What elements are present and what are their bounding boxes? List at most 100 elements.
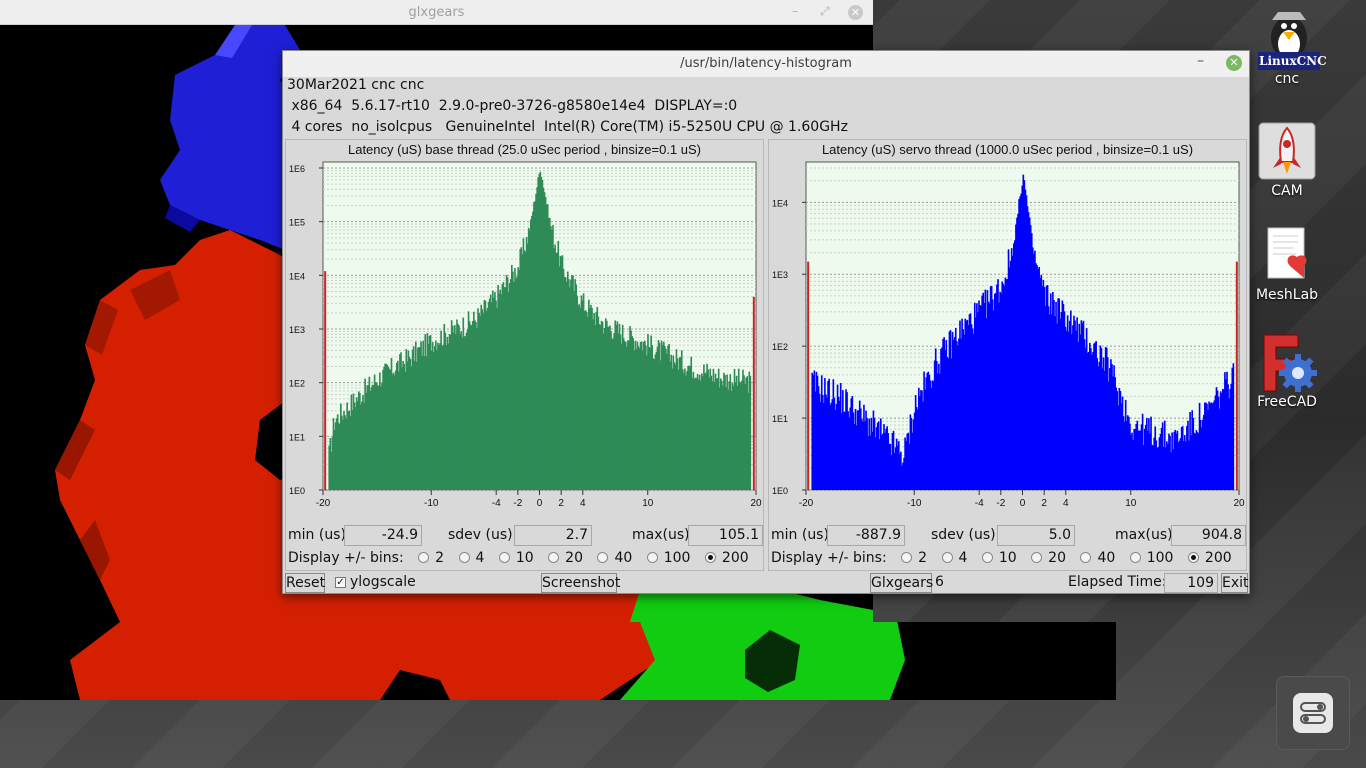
ylogscale-checkbox[interactable]: ✓ [335, 577, 346, 588]
glxgears-title: glxgears [408, 5, 465, 20]
bin-option-4[interactable]: 4 [449, 550, 485, 566]
glxgears-titlebar[interactable]: glxgears – ⤢ ✕ [0, 0, 873, 25]
chart-title: Latency (uS) base thread (25.0 uSec peri… [348, 142, 701, 157]
meshlab-document-heart-icon [1258, 226, 1316, 284]
x-tick-label: -10 [424, 498, 439, 509]
rocket-icon [1258, 122, 1316, 180]
x-tick-label: -4 [975, 498, 984, 509]
x-tick-label: -2 [996, 498, 1005, 509]
panel-toggle-button[interactable] [1276, 676, 1350, 750]
glxgears-button[interactable]: Glxgears [870, 573, 933, 593]
x-tick-label: 2 [1041, 498, 1047, 509]
ylogscale-label[interactable]: ylogscale [350, 574, 416, 590]
bin-label: 20 [1048, 550, 1066, 566]
radio-200-selected[interactable] [704, 552, 716, 563]
info-kernel-line: x86_64 5.6.17-rt10 2.9.0-pre0-3726-g8580… [287, 98, 738, 114]
bin-label: 200 [721, 550, 749, 566]
bin-label: 200 [1204, 550, 1232, 566]
min-value: -887.9 [827, 525, 905, 546]
bin-label: 4 [475, 550, 485, 566]
reset-button[interactable]: Reset [285, 573, 325, 593]
screenshot-button[interactable]: Screenshot [541, 573, 620, 593]
radio-4[interactable] [458, 552, 470, 563]
bin-option-2[interactable]: 2 [408, 550, 444, 566]
bin-option-100[interactable]: 100 [1120, 550, 1173, 566]
histogram-bar [1232, 363, 1235, 490]
y-tick-label: 1E3 [772, 270, 788, 280]
maximize-icon[interactable]: ⤢ [820, 4, 830, 19]
close-icon[interactable]: ✕ [1226, 55, 1242, 71]
y-tick-label: 1E5 [289, 218, 305, 228]
bin-label: 10 [998, 550, 1017, 566]
desktop-icon-label: FreeCAD [1257, 394, 1317, 410]
base-stats-row: min (us) -24.9 sdev (us): 2.7 max(us) 10… [286, 524, 763, 548]
base-thread-histogram: Latency (uS) base thread (25.0 uSec peri… [289, 142, 762, 509]
radio-2[interactable] [901, 552, 913, 563]
bin-option-200[interactable]: 200 [1178, 550, 1232, 566]
base-thread-panel: Latency (uS) base thread (25.0 uSec peri… [285, 139, 764, 571]
bin-option-200[interactable]: 200 [695, 550, 749, 566]
exit-button[interactable]: Exit [1221, 573, 1249, 593]
radio-40[interactable] [1080, 552, 1092, 563]
bin-option-20[interactable]: 20 [538, 550, 583, 566]
bin-label: 40 [1097, 550, 1116, 566]
bin-label: 20 [565, 550, 583, 566]
x-tick-label: -2 [513, 498, 522, 509]
close-icon[interactable]: ✕ [848, 5, 863, 20]
y-tick-label: 1E0 [289, 486, 305, 496]
desktop-icon-meshlab[interactable]: MeshLab [1252, 226, 1322, 303]
x-tick-label: -10 [907, 498, 922, 509]
bin-option-20[interactable]: 20 [1021, 550, 1066, 566]
radio-20[interactable] [1031, 552, 1043, 563]
max-value: 105.1 [688, 525, 763, 546]
x-tick-label: -20 [316, 498, 331, 509]
bin-option-10[interactable]: 10 [489, 550, 534, 566]
sdev-value: 2.7 [514, 525, 592, 546]
linuxcnc-penguin-icon: LinuxCNC [1258, 10, 1327, 70]
bin-option-10[interactable]: 10 [972, 550, 1017, 566]
radio-10[interactable] [498, 552, 510, 563]
servo-stats-row: min (us) -887.9 sdev (us): 5.0 max(us) 9… [769, 524, 1246, 548]
bin-option-40[interactable]: 40 [1070, 550, 1115, 566]
bin-option-2[interactable]: 2 [891, 550, 927, 566]
elapsed-time-value: 109 [1164, 573, 1218, 593]
desktop-icon-cnc[interactable]: LinuxCNC cnc [1252, 10, 1327, 87]
servo-thread-panel: Latency (uS) servo thread (1000.0 uSec p… [768, 139, 1247, 571]
bin-option-4[interactable]: 4 [932, 550, 967, 566]
linuxcnc-badge: LinuxCNC [1259, 54, 1327, 68]
x-tick-label: 10 [642, 498, 654, 509]
sdev-label: sdev (us): [448, 527, 518, 543]
bin-label: 40 [614, 550, 633, 566]
bin-option-100[interactable]: 100 [637, 550, 690, 566]
servo-bins-row: Display +/- bins: 2 4 10 20 40 100 200 [771, 550, 1232, 566]
bin-label: 10 [515, 550, 534, 566]
min-value: -24.9 [344, 525, 422, 546]
chart-title: Latency (uS) servo thread (1000.0 uSec p… [822, 142, 1193, 157]
radio-4[interactable] [941, 552, 953, 563]
latency-histogram-window[interactable]: /usr/bin/latency-histogram – ✕ 30Mar2021… [282, 50, 1250, 594]
radio-20[interactable] [548, 552, 560, 563]
minimize-icon[interactable]: – [792, 4, 798, 18]
radio-200-selected[interactable] [1187, 552, 1199, 563]
radio-100[interactable] [1129, 552, 1141, 563]
x-tick-label: -20 [799, 498, 814, 509]
x-tick-label: 20 [750, 498, 762, 509]
latency-titlebar[interactable]: /usr/bin/latency-histogram – ✕ [283, 51, 1249, 77]
bin-label: 2 [918, 550, 928, 566]
y-tick-label: 1E4 [289, 271, 305, 281]
desktop-icon-cam[interactable]: CAM [1252, 122, 1322, 199]
bins-label: Display +/- bins: [288, 550, 404, 566]
servo-thread-histogram: Latency (uS) servo thread (1000.0 uSec p… [772, 142, 1245, 509]
x-tick-label: -4 [492, 498, 501, 509]
radio-2[interactable] [418, 552, 430, 563]
desktop-icon-freecad[interactable]: FreeCAD [1252, 333, 1322, 410]
min-label: min (us) [288, 527, 346, 543]
y-tick-label: 1E2 [289, 379, 305, 389]
radio-100[interactable] [646, 552, 658, 563]
minimize-icon[interactable]: – [1197, 53, 1204, 69]
radio-40[interactable] [597, 552, 609, 563]
glxgears-count: 6 [935, 574, 944, 590]
sdev-value: 5.0 [997, 525, 1075, 546]
bin-option-40[interactable]: 40 [587, 550, 632, 566]
radio-10[interactable] [981, 552, 993, 563]
